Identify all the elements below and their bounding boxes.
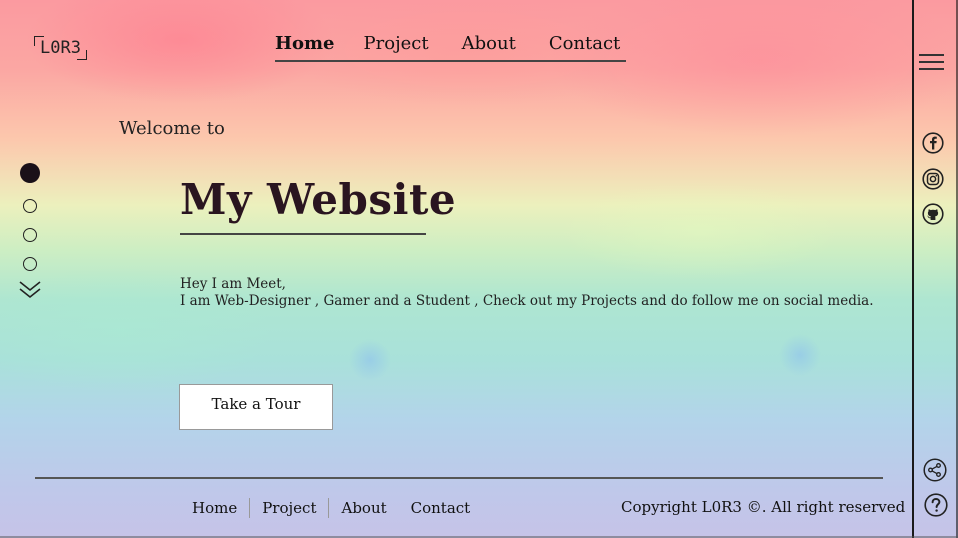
footer-link-project[interactable]: Project <box>262 499 316 517</box>
footer-divider <box>35 477 883 479</box>
copyright-text: Copyright L0R3 ©. All right reserved <box>621 498 906 516</box>
help-icon[interactable] <box>924 493 948 517</box>
footer-link-about[interactable]: About <box>341 499 386 517</box>
nav-home[interactable]: Home <box>275 32 335 56</box>
facebook-icon[interactable] <box>922 132 944 154</box>
chevron-down-icon[interactable] <box>18 280 42 300</box>
title-underline <box>180 233 426 235</box>
background-watercolor <box>0 0 958 538</box>
logo[interactable]: L0R3 <box>34 36 87 60</box>
nav-project[interactable]: Project <box>364 32 429 56</box>
intro-line-2: I am Web-Designer , Gamer and a Student … <box>180 293 874 309</box>
page-title: My Website <box>180 175 457 224</box>
nav-contact[interactable]: Contact <box>549 32 620 56</box>
section-dot-4[interactable] <box>23 257 37 271</box>
welcome-text: Welcome to <box>119 118 225 139</box>
instagram-icon[interactable] <box>922 168 944 190</box>
footer-link-contact[interactable]: Contact <box>411 499 471 517</box>
section-dot-3[interactable] <box>23 228 37 242</box>
hamburger-icon[interactable] <box>919 52 944 72</box>
section-dot-1-active[interactable] <box>20 163 40 183</box>
footer-separator <box>249 498 251 518</box>
intro-line-1: Hey I am Meet, <box>180 276 286 292</box>
github-icon[interactable] <box>922 203 944 225</box>
take-a-tour-button[interactable]: Take a Tour <box>179 384 333 430</box>
sidebar-divider <box>912 0 914 538</box>
logo-text: L0R3 <box>40 38 81 58</box>
footer-separator <box>328 498 330 518</box>
footer-link-home[interactable]: Home <box>192 499 237 517</box>
top-navigation: Home Project About Contact <box>275 32 626 62</box>
share-icon[interactable] <box>923 458 947 482</box>
logo-corner-top-left <box>34 36 44 46</box>
logo-corner-bottom-right <box>76 50 87 60</box>
footer-navigation: Home Project About Contact <box>192 498 470 518</box>
section-dot-2[interactable] <box>23 199 37 213</box>
nav-about[interactable]: About <box>462 32 516 56</box>
